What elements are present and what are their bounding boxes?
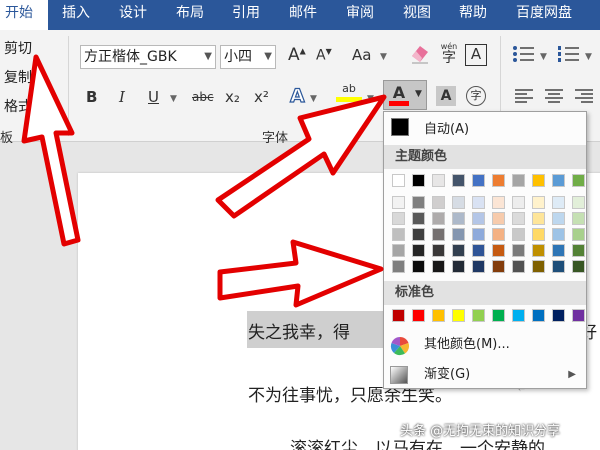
watermark-text: 头条 @无拘无束的知识分享: [400, 424, 561, 439]
arrow-right-annotation: [217, 239, 384, 308]
arrow-up-annotation: [21, 54, 81, 247]
annotation-arrows: [21, 54, 387, 308]
arrow-diagonal-annotation: [215, 94, 387, 219]
